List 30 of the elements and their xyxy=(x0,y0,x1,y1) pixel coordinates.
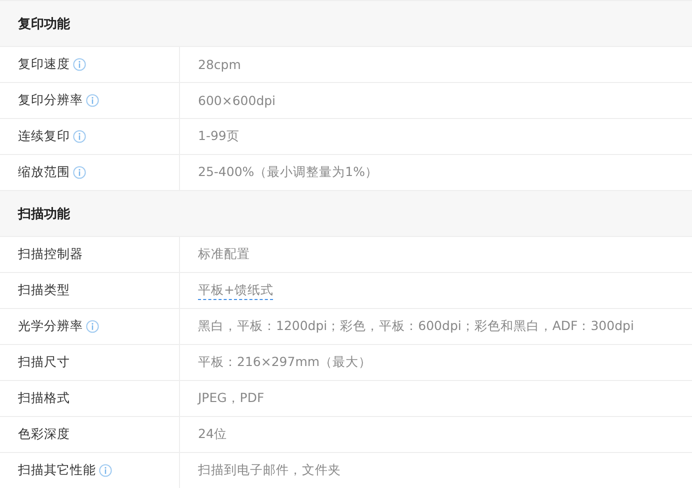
info-icon[interactable] xyxy=(86,320,99,333)
spec-label: 扫描类型 xyxy=(18,282,70,299)
spec-value: 黑白，平板：1200dpi；彩色，平板：600dpi；彩色和黑白，ADF：300dpi xyxy=(198,318,634,335)
spec-value: 28cpm xyxy=(198,57,241,72)
spec-label: 扫描尺寸 xyxy=(18,354,70,371)
spec-label: 复印分辨率 xyxy=(18,92,83,109)
spec-label: 缩放范围 xyxy=(18,164,70,181)
info-icon[interactable] xyxy=(86,94,99,107)
info-icon[interactable] xyxy=(73,166,86,179)
spec-value: 扫描到电子邮件，文件夹 xyxy=(198,462,341,479)
spec-value: 25-400%（最小调整量为1%） xyxy=(198,164,378,181)
spec-label: 光学分辨率 xyxy=(18,318,83,335)
info-icon[interactable] xyxy=(73,130,86,143)
spec-value: 平板：216×297mm（最大） xyxy=(198,354,372,371)
spec-value: 24位 xyxy=(198,426,227,443)
section-title: 复印功能 xyxy=(18,16,70,32)
spec-value: JPEG，PDF xyxy=(198,390,264,407)
spec-label: 扫描其它性能 xyxy=(18,462,96,479)
spec-value: 600×600dpi xyxy=(198,93,276,108)
spec-value: 标准配置 xyxy=(198,246,250,263)
info-icon[interactable] xyxy=(73,58,86,71)
spec-label: 连续复印 xyxy=(18,128,70,145)
spec-label: 扫描控制器 xyxy=(18,246,83,263)
spec-value: 1-99页 xyxy=(198,128,240,145)
value-link[interactable]: 平板+馈纸式 xyxy=(198,282,274,300)
info-icon[interactable] xyxy=(99,464,112,477)
spec-label: 色彩深度 xyxy=(18,426,70,443)
section-title: 扫描功能 xyxy=(18,206,70,222)
spec-label: 扫描格式 xyxy=(18,390,70,407)
spec-label: 复印速度 xyxy=(18,56,70,73)
